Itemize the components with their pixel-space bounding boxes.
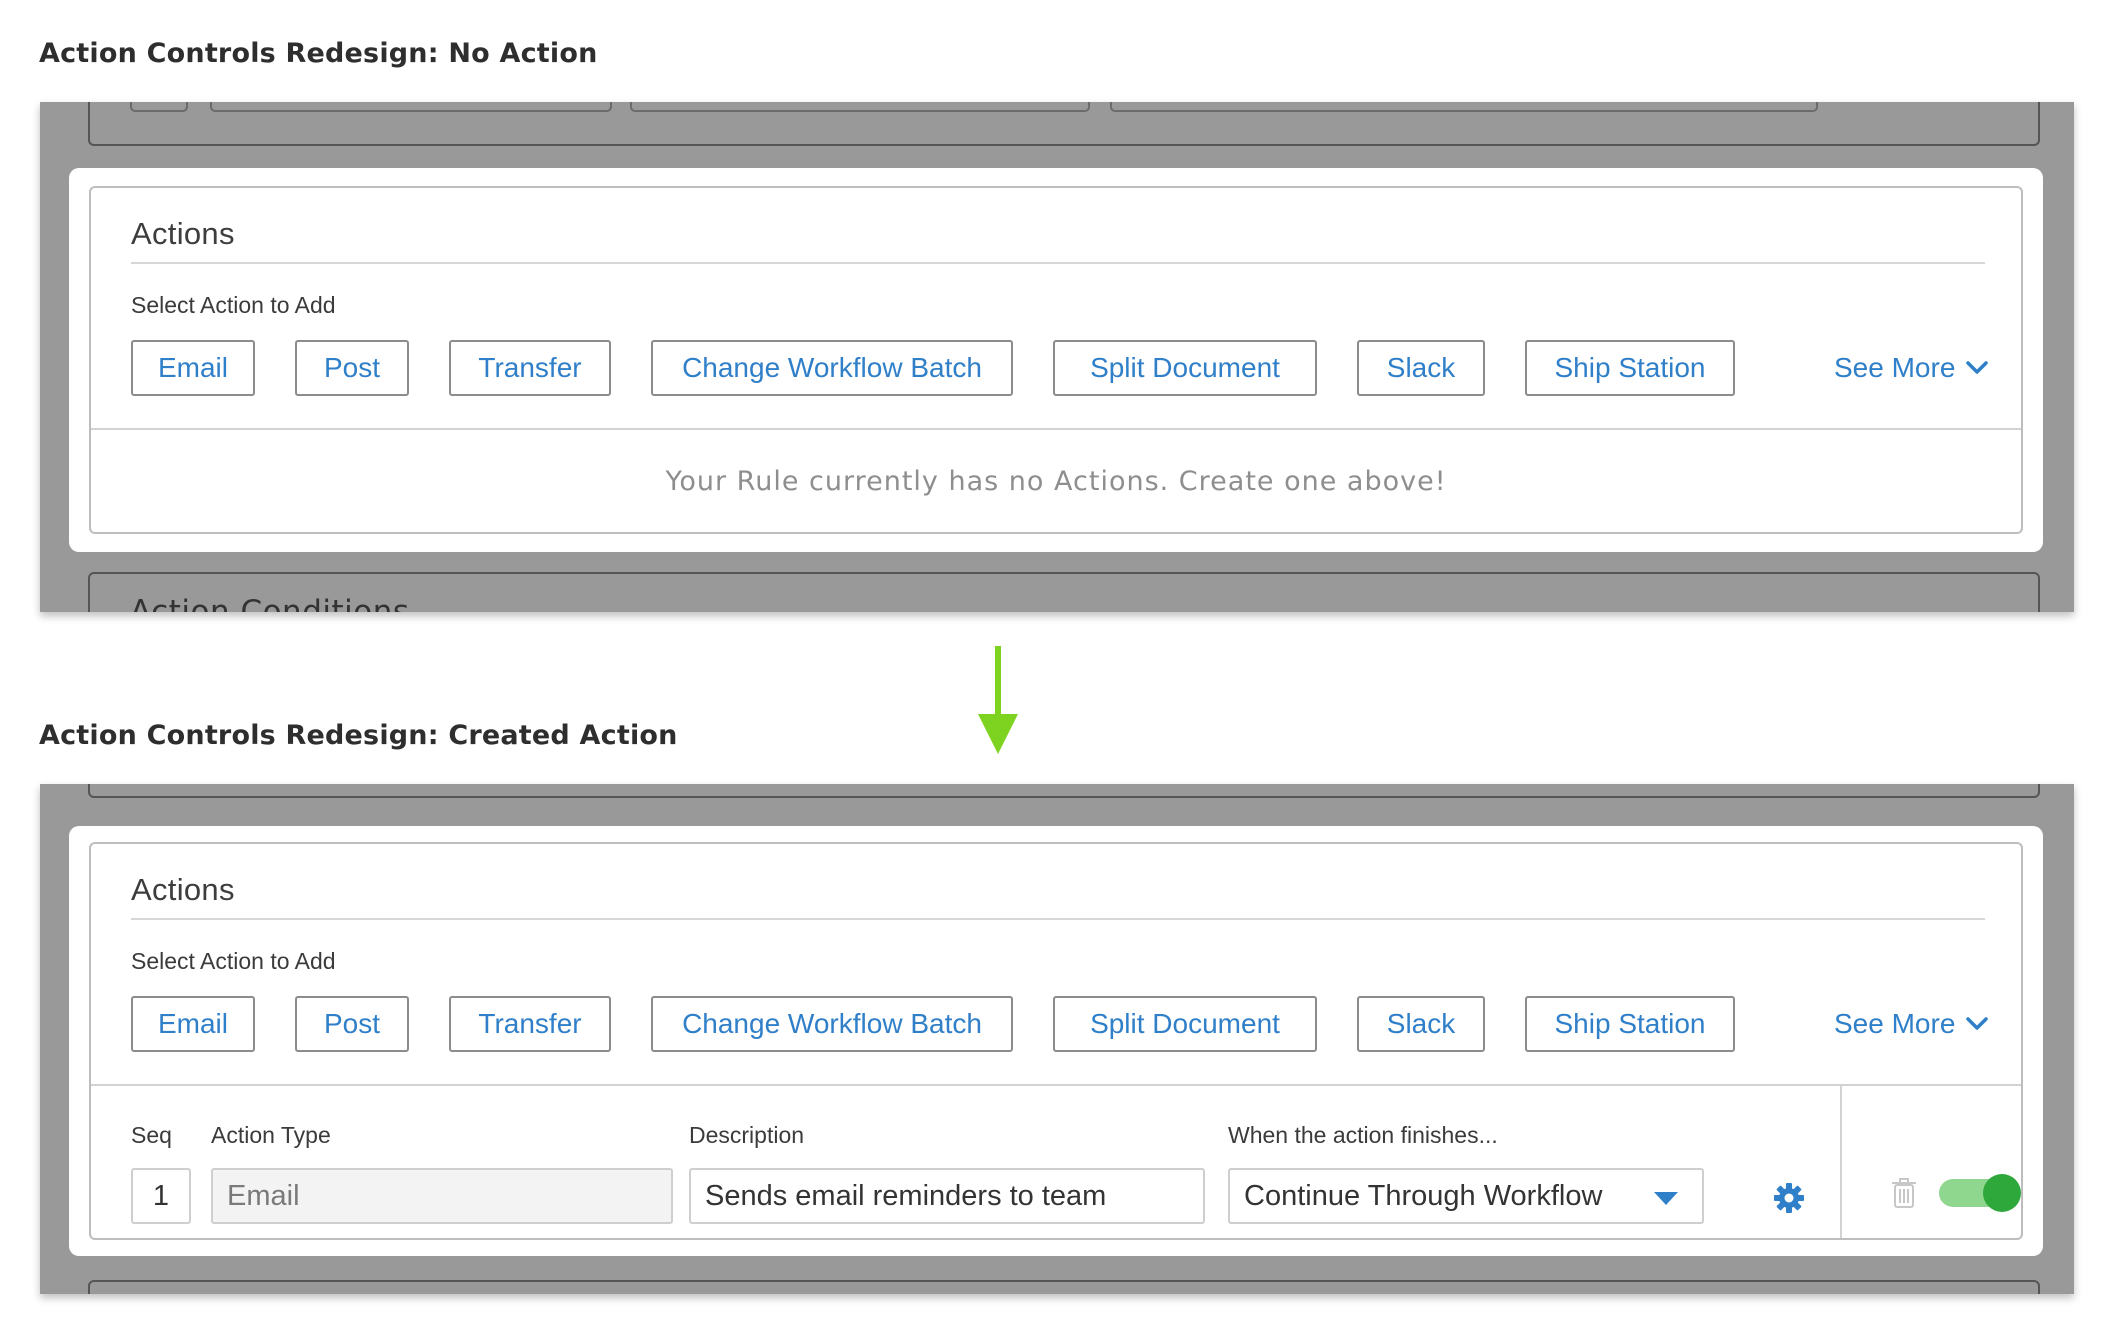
actions-panel: Actions Select Action to Add Email Post …: [89, 842, 2023, 1240]
select-action-label: Select Action to Add: [131, 948, 336, 974]
action-type-column-label: Action Type: [211, 1122, 331, 1148]
dropdown-caret-icon: [1654, 1192, 1678, 1205]
action-type-field: Email: [211, 1168, 673, 1224]
section-title-no-action: Action Controls Redesign: No Action: [39, 38, 598, 69]
background-field: [210, 102, 612, 112]
seq-input[interactable]: 1: [131, 1168, 191, 1224]
background-field: [1110, 102, 1818, 112]
add-change-workflow-batch-button[interactable]: Change Workflow Batch: [651, 996, 1013, 1052]
add-post-button[interactable]: Post: [295, 340, 409, 396]
panel-divider: [91, 1084, 2021, 1086]
add-ship-station-button[interactable]: Ship Station: [1525, 340, 1735, 396]
chevron-down-icon: [1966, 361, 1989, 374]
actions-card: Actions Select Action to Add Email Post …: [69, 168, 2043, 552]
description-column-label: Description: [689, 1122, 805, 1148]
actions-card: Actions Select Action to Add Email Post …: [69, 826, 2043, 1256]
see-more-link[interactable]: See More: [1834, 1008, 1989, 1040]
add-post-button[interactable]: Post: [295, 996, 409, 1052]
see-more-label: See More: [1834, 1008, 1956, 1039]
background-field: [630, 102, 1090, 112]
background-field: [130, 102, 188, 112]
chevron-down-icon: [1966, 1017, 1989, 1030]
trash-icon[interactable]: [1891, 1177, 1917, 1209]
see-more-label: See More: [1834, 352, 1956, 383]
background-panel-title: Action Conditions: [130, 594, 410, 612]
arrow-down-icon: [978, 646, 1018, 754]
add-ship-station-button[interactable]: Ship Station: [1525, 996, 1735, 1052]
add-email-button[interactable]: Email: [131, 340, 255, 396]
empty-actions-message: Your Rule currently has no Actions. Crea…: [665, 466, 1447, 497]
actions-heading: Actions: [131, 872, 235, 907]
finish-behavior-column-label: When the action finishes...: [1228, 1122, 1498, 1148]
actions-heading: Actions: [131, 216, 235, 251]
heading-divider: [131, 918, 1985, 920]
gear-icon[interactable]: [1773, 1182, 1805, 1214]
add-email-button[interactable]: Email: [131, 996, 255, 1052]
panel-divider: [91, 428, 2021, 430]
add-slack-button[interactable]: Slack: [1357, 996, 1485, 1052]
add-split-document-button[interactable]: Split Document: [1053, 996, 1317, 1052]
add-transfer-button[interactable]: Transfer: [449, 340, 611, 396]
background-panel-bottom: [88, 1280, 2040, 1294]
finish-behavior-value: Continue Through Workflow: [1244, 1179, 1603, 1212]
toggle-knob: [1983, 1174, 2021, 1212]
select-action-label: Select Action to Add: [131, 292, 336, 318]
row-controls-divider: [1840, 1086, 1842, 1238]
description-input[interactable]: Sends email reminders to team: [689, 1168, 1205, 1224]
actions-panel: Actions Select Action to Add Email Post …: [89, 186, 2023, 534]
add-transfer-button[interactable]: Transfer: [449, 996, 611, 1052]
action-enabled-toggle[interactable]: [1939, 1174, 2021, 1212]
background-panel-top: [88, 784, 2040, 798]
see-more-link[interactable]: See More: [1834, 352, 1989, 384]
add-change-workflow-batch-button[interactable]: Change Workflow Batch: [651, 340, 1013, 396]
add-split-document-button[interactable]: Split Document: [1053, 340, 1317, 396]
stage-created-action: Actions Select Action to Add Email Post …: [40, 784, 2074, 1294]
finish-behavior-select[interactable]: Continue Through Workflow: [1228, 1168, 1704, 1224]
heading-divider: [131, 262, 1985, 264]
seq-column-label: Seq: [131, 1122, 172, 1148]
stage-no-action: Action Conditions Actions Select Action …: [40, 102, 2074, 612]
add-slack-button[interactable]: Slack: [1357, 340, 1485, 396]
section-title-created-action: Action Controls Redesign: Created Action: [39, 720, 678, 751]
